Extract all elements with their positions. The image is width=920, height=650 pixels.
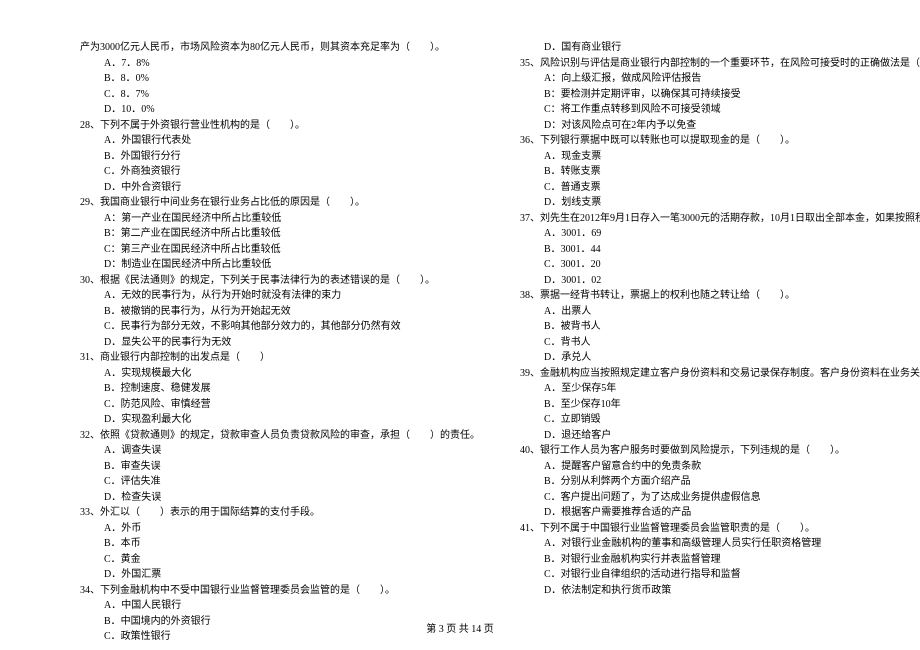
question-stem: 39、金融机构应当按照规定建立客户身份资料和交易记录保存制度。客户身份资料在业务… (520, 366, 920, 382)
question-stem: 36、下列银行票据中既可以转账也可以提取现金的是（ ）。 (520, 133, 920, 149)
question-stem: 33、外汇以（ ）表示的用于国际结算的支付手段。 (80, 505, 480, 521)
question-option: C：第三产业在国民经济中所占比重较低 (80, 242, 480, 258)
question-option: D．检查失误 (80, 490, 480, 506)
question-option: B．分别从利弊两个方面介绍产品 (520, 474, 920, 490)
question-option: B．被背书人 (520, 319, 920, 335)
question-option: B：要检测并定期评审，以确保其可持续接受 (520, 87, 920, 103)
question-option: D．划线支票 (520, 195, 920, 211)
continued-opt: D．国有商业银行 (520, 40, 920, 56)
question-option: A．出票人 (520, 304, 920, 320)
question-option: C．3001．20 (520, 257, 920, 273)
question-option: D．实现盈利最大化 (80, 412, 480, 428)
question-option: A．外国银行代表处 (80, 133, 480, 149)
question-option: B：第二产业在国民经济中所占比重较低 (80, 226, 480, 242)
question-option: C．普通支票 (520, 180, 920, 196)
intro-continuation: 产为3000亿元人民币，市场风险资本为80亿元人民币，则其资本充足率为（ ）。 (80, 40, 480, 56)
question-option: B．被撤销的民事行为，从行为开始起无效 (80, 304, 480, 320)
intro-opt: D．10．0% (80, 102, 480, 118)
question-stem: 40、银行工作人员为客户服务时要做到风险提示，下列违规的是（ ）。 (520, 443, 920, 459)
question-option: A．对银行业金融机构的董事和高级管理人员实行任职资格管理 (520, 536, 920, 552)
question-option: C．立即销毁 (520, 412, 920, 428)
question-stem: 38、票据一经背书转让，票据上的权利也随之转让给（ ）。 (520, 288, 920, 304)
question-stem: 28、下列不属于外资银行营业性机构的是（ ）。 (80, 118, 480, 134)
question-stem: 30、根据《民法通则》的规定，下列关于民事法律行为的表述错误的是（ ）。 (80, 273, 480, 289)
question-option: A：向上级汇报，做成风险评估报告 (520, 71, 920, 87)
question-option: B．控制速度、稳健发展 (80, 381, 480, 397)
question-option: A．至少保存5年 (520, 381, 920, 397)
question-option: A：第一产业在国民经济中所占比重较低 (80, 211, 480, 227)
question-option: C．背书人 (520, 335, 920, 351)
question-option: A．无效的民事行为，从行为开始时就没有法律的束力 (80, 288, 480, 304)
question-option: D．外国汇票 (80, 567, 480, 583)
intro-opt: A．7．8% (80, 56, 480, 72)
question-option: D．依法制定和执行货币政策 (520, 583, 920, 599)
question-option: B．至少保存10年 (520, 397, 920, 413)
question-option: A．调查失误 (80, 443, 480, 459)
page-columns: 产为3000亿元人民币，市场风险资本为80亿元人民币，则其资本充足率为（ ）。 … (80, 40, 840, 645)
question-option: A．实现规模最大化 (80, 366, 480, 382)
question-option: B．外国银行分行 (80, 149, 480, 165)
question-option: D：对该风险点可在2年内予以免查 (520, 118, 920, 134)
question-option: C．黄金 (80, 552, 480, 568)
question-option: C．外商独资银行 (80, 164, 480, 180)
question-option: D．根据客户需要推荐合适的产品 (520, 505, 920, 521)
question-stem: 41、下列不属于中国银行业监督管理委员会监管职责的是（ ）。 (520, 521, 920, 537)
question-option: D．显失公平的民事行为无效 (80, 335, 480, 351)
question-option: C．民事行为部分无效，不影响其他部分效力的，其他部分仍然有效 (80, 319, 480, 335)
question-option: D．承兑人 (520, 350, 920, 366)
question-option: C．评估失准 (80, 474, 480, 490)
question-option: D．3001．02 (520, 273, 920, 289)
question-option: B．本币 (80, 536, 480, 552)
right-column: D．国有商业银行 35、风险识别与评估是商业银行内部控制的一个重要环节，在风险可… (520, 40, 920, 645)
question-option: A．外币 (80, 521, 480, 537)
question-option: A．中国人民银行 (80, 598, 480, 614)
page-footer: 第 3 页 共 14 页 (0, 620, 920, 635)
question-option: B．3001．44 (520, 242, 920, 258)
question-option: B．对银行业金融机构实行并表监督管理 (520, 552, 920, 568)
question-stem: 31、商业银行内部控制的出发点是（ ） (80, 350, 480, 366)
question-stem: 29、我国商业银行中间业务在银行业务占比低的原因是（ ）。 (80, 195, 480, 211)
left-column: 产为3000亿元人民币，市场风险资本为80亿元人民币，则其资本充足率为（ ）。 … (80, 40, 480, 645)
question-option: D．退还给客户 (520, 428, 920, 444)
question-option: C：将工作重点转移到风险不可接受领域 (520, 102, 920, 118)
question-stem: 32、依照《贷款通则》的规定，贷款审查人员负责贷款风险的审查，承担（ ）的责任。 (80, 428, 480, 444)
question-option: B．转账支票 (520, 164, 920, 180)
question-stem: 35、风险识别与评估是商业银行内部控制的一个重要环节，在风险可接受时的正确做法是… (520, 56, 920, 72)
intro-opt: C．8．7% (80, 87, 480, 103)
question-option: B．审查失误 (80, 459, 480, 475)
question-stem: 37、刘先生在2012年9月1日存入一笔3000元的活期存款，10月1日取出全部… (520, 211, 920, 227)
question-option: A．提醒客户留意合约中的免责条款 (520, 459, 920, 475)
question-option: C．防范风险、审慎经营 (80, 397, 480, 413)
question-option: A．现金支票 (520, 149, 920, 165)
question-option: D：制造业在国民经济中所占比重较低 (80, 257, 480, 273)
question-stem: 34、下列金融机构中不受中国银行业监督管理委员会监管的是（ ）。 (80, 583, 480, 599)
question-option: C．客户提出问题了，为了达成业务提供虚假信息 (520, 490, 920, 506)
question-option: C．对银行业自律组织的活动进行指导和监督 (520, 567, 920, 583)
question-option: A．3001．69 (520, 226, 920, 242)
question-option: D．中外合资银行 (80, 180, 480, 196)
intro-opt: B．8．0% (80, 71, 480, 87)
